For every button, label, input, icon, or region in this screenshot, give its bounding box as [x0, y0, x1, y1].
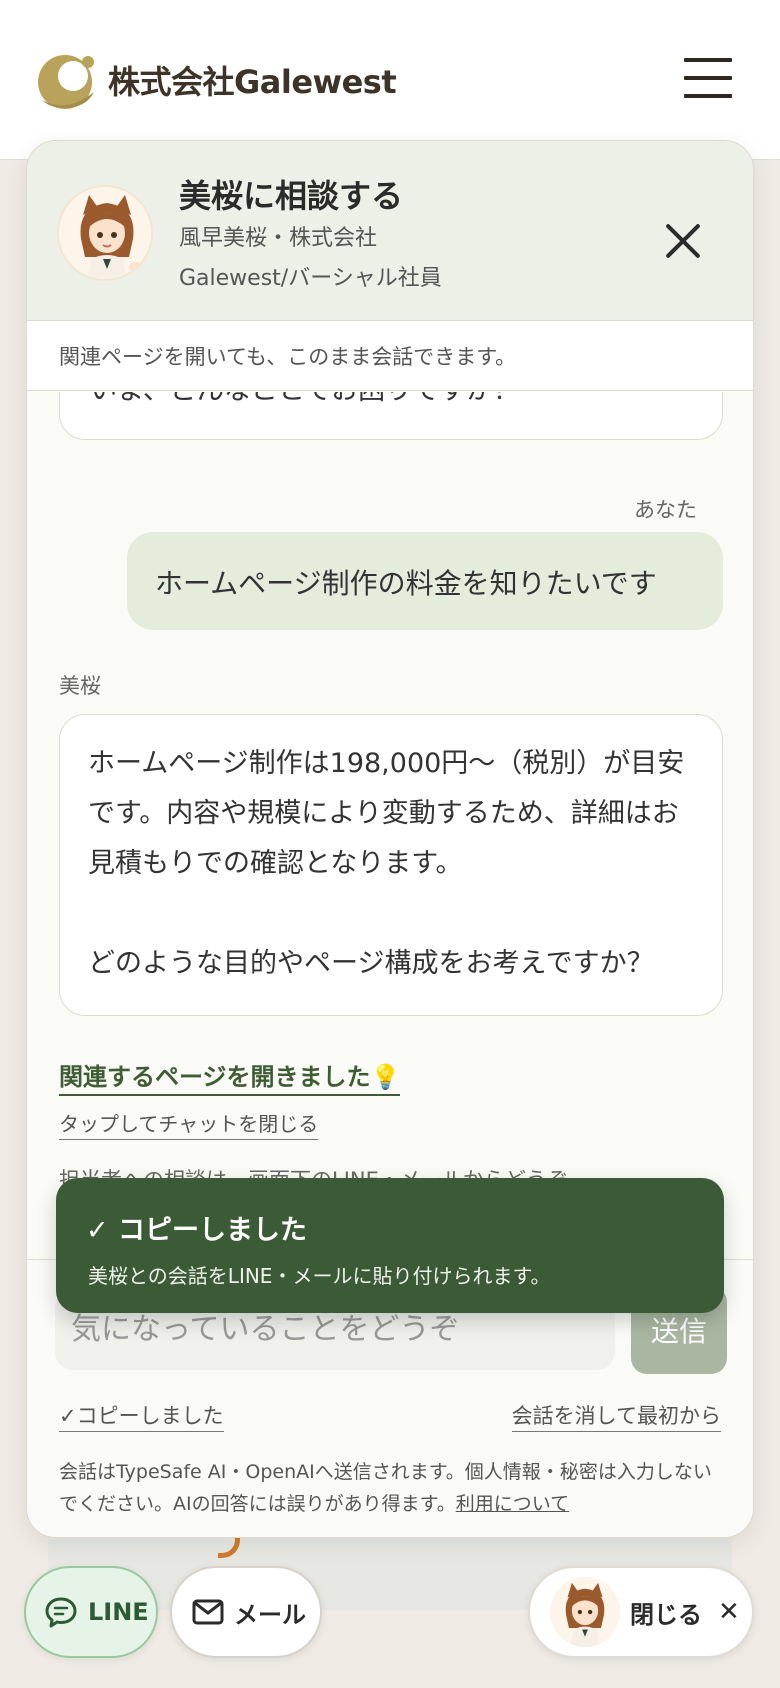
- related-page-link[interactable]: 関連するページを開きました💡: [59, 1057, 401, 1096]
- close-icon[interactable]: [663, 221, 703, 261]
- assistant-character-icon: [550, 1577, 620, 1647]
- site-header: 株式会社Galewest: [0, 0, 780, 160]
- toast-message: 美桜との会話をLINE・メールに貼り付けられます。: [88, 1264, 551, 1288]
- assistant-character-icon: [59, 187, 151, 279]
- mail-icon: [192, 1599, 224, 1625]
- toast-title: ✓ コピーしました: [86, 1215, 308, 1246]
- disclaimer: 会話はTypeSafe AI・OpenAIへ送信されます。個人情報・秘密は入力し…: [59, 1456, 727, 1520]
- assistant-avatar: [57, 185, 153, 281]
- assistant-message: ホームページ制作は198,000円〜（税別）が目安です。内容や規模により変動する…: [59, 714, 723, 1016]
- line-button-label: LINE: [88, 1598, 149, 1626]
- close-chat-button[interactable]: 閉じる ✕: [528, 1566, 754, 1658]
- chat-title: 美桜に相談する: [179, 177, 404, 215]
- chat-messages[interactable]: いま、どんなことでお困りですか？ あなた ホームページ制作の料金を知りたいです …: [27, 392, 753, 1260]
- close-chat-label: 閉じる: [630, 1600, 702, 1629]
- user-message: ホームページ制作の料金を知りたいです: [127, 532, 723, 630]
- line-button[interactable]: LINE: [24, 1566, 158, 1658]
- chat-panel: 美桜に相談する 風早美桜・株式会社Galewest/バーシャル社員 関連ページを…: [26, 140, 754, 1538]
- mail-button[interactable]: メール: [170, 1566, 322, 1658]
- terms-link[interactable]: 利用について: [456, 1493, 569, 1515]
- chat-header: 美桜に相談する 風早美桜・株式会社Galewest/バーシャル社員: [27, 141, 753, 321]
- hamburger-icon[interactable]: [684, 58, 732, 98]
- reset-conversation-link[interactable]: 会話を消して最初から: [511, 1400, 721, 1432]
- disclaimer-text: 会話はTypeSafe AI・OpenAIへ送信されます。個人情報・秘密は入力し…: [59, 1461, 712, 1515]
- assistant-message-text-1: ホームページ制作は198,000円〜（税別）が目安です。内容や規模により変動する…: [88, 748, 685, 879]
- logo-text: 株式会社Galewest: [108, 63, 397, 101]
- assistant-message-previous: いま、どんなことでお困りですか？: [59, 392, 723, 440]
- notice-bar: 関連ページを開いても、このまま会話できます。: [27, 321, 753, 391]
- assistant-message-previous-text: いま、どんなことでお困りですか？: [90, 392, 520, 404]
- mail-button-label: メール: [234, 1600, 306, 1629]
- assistant-message-text-2: どのような目的やページ構成をお考えですか？: [88, 948, 654, 979]
- assistant-avatar-small: [550, 1577, 620, 1647]
- user-sender-label: あなた: [634, 498, 697, 522]
- site-logo[interactable]: 株式会社Galewest: [32, 48, 397, 112]
- copy-toast: ✓ コピーしました 美桜との会話をLINE・メールに貼り付けられます。: [56, 1178, 724, 1313]
- assistant-subtitle: 風早美桜・株式会社Galewest/バーシャル社員: [179, 226, 442, 291]
- copied-status-link[interactable]: ✓コピーしました: [59, 1400, 224, 1432]
- close-icon: ✕: [718, 1597, 740, 1627]
- tap-to-close-link[interactable]: タップしてチャットを閉じる: [59, 1108, 319, 1140]
- chat-bubble-icon: [45, 1597, 77, 1628]
- logo-mark-icon: [38, 55, 94, 109]
- assistant-sender-label: 美桜: [59, 674, 101, 698]
